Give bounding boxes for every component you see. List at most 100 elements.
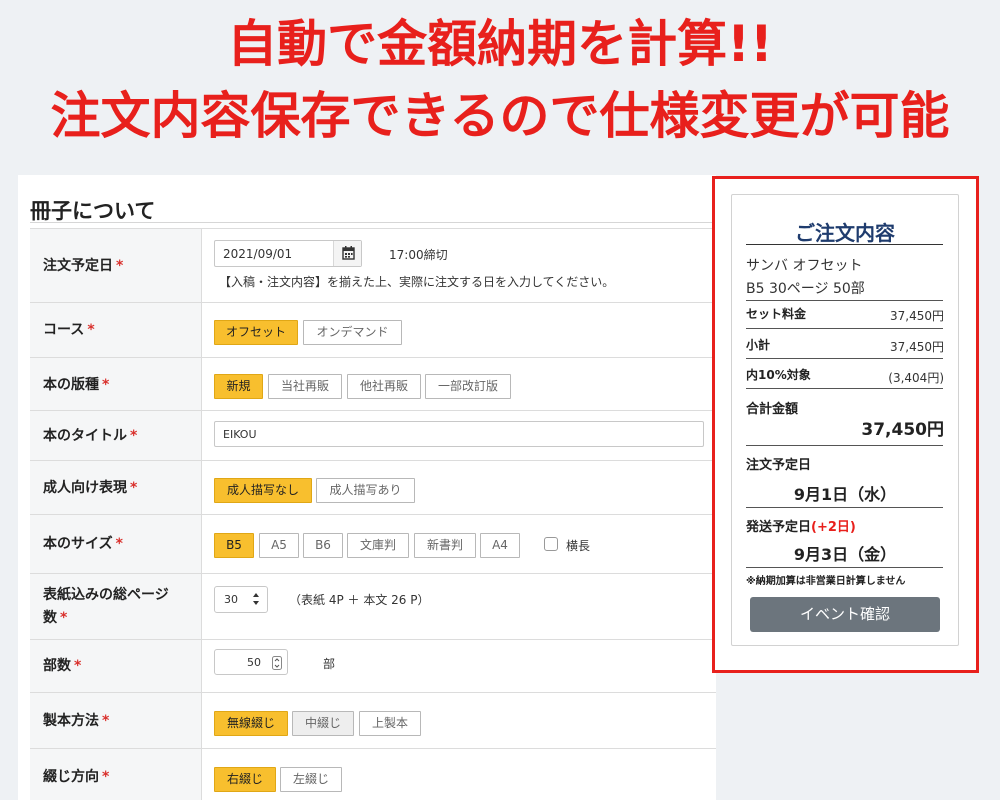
landscape-label: 横長 <box>566 539 591 553</box>
row-size: 本のサイズ * B5 A5 B6 文庫判 新書判 A4 横長 <box>30 515 716 574</box>
required-mark: * <box>102 377 110 393</box>
ship-date-label: 発送予定日 <box>746 520 812 535</box>
copies-input[interactable]: 50 <box>214 649 288 675</box>
section-title: 冊子について <box>30 199 156 223</box>
required-mark: * <box>102 769 110 785</box>
summary-divider <box>746 300 943 301</box>
booklet-form: 冊子について 注文予定日 * 2021/09/01 17:00締切 【入稿・注文… <box>18 175 716 800</box>
row-edition: 本の版種 * 新規 当社再販 他社再販 一部改訂版 <box>30 358 716 411</box>
course-option-offset[interactable]: オフセット <box>214 320 298 345</box>
title-label: 本のタイトル <box>43 428 127 444</box>
summary-divider <box>746 445 943 446</box>
order-date-summary-value: 9月1日（水） <box>793 485 897 504</box>
row-binding: 製本方法 * 無線綴じ 中綴じ 上製本 <box>30 693 716 749</box>
direction-option-left[interactable]: 左綴じ <box>280 767 342 792</box>
order-summary-card: ご注文内容 サンバ オフセット B5 30ページ 50部 セット料金 37,45… <box>731 194 959 646</box>
size-option-a5[interactable]: A5 <box>259 533 299 558</box>
copies-unit: 部 <box>323 657 336 671</box>
summary-product: サンバ オフセット <box>746 258 863 274</box>
subtotal-label: 小計 <box>746 338 771 352</box>
binding-option-hardcover[interactable]: 上製本 <box>359 711 421 736</box>
pages-detail: （表紙 4P ＋ 本文 26 P） <box>289 593 430 607</box>
binding-option-saddle[interactable]: 中綴じ <box>292 711 354 736</box>
summary-divider <box>746 388 943 389</box>
ship-date-value: 9月3日（金） <box>793 545 897 564</box>
direction-option-right[interactable]: 右綴じ <box>214 767 276 792</box>
adult-option-present[interactable]: 成人描写あり <box>316 478 415 503</box>
order-date-summary-label: 注文予定日 <box>746 458 812 473</box>
size-option-bunko[interactable]: 文庫判 <box>347 533 409 558</box>
headline-line-2: 注文内容保存できるので仕様変更が可能 <box>50 87 950 145</box>
required-mark: * <box>102 713 110 729</box>
course-label: コース <box>43 322 85 338</box>
row-copies: 部数 * 50 部 <box>30 640 716 693</box>
edition-label: 本の版種 <box>43 377 99 393</box>
promo-headline: 自動で金額納期を計算!! 注文内容保存できるので仕様変更が可能 <box>0 0 1000 175</box>
title-input[interactable]: EIKOU <box>214 421 704 447</box>
pages-select[interactable]: 30 <box>214 586 268 613</box>
edition-option-reprint-other[interactable]: 他社再販 <box>347 374 421 399</box>
copies-value: 50 <box>247 656 261 669</box>
order-date-label: 注文予定日 <box>43 258 113 274</box>
row-course: コース * オフセット オンデマンド <box>30 303 716 358</box>
row-direction: 綴じ方向 * 右綴じ 左綴じ <box>30 749 716 800</box>
required-mark: * <box>87 322 95 338</box>
total-value: 37,450円 <box>861 420 944 440</box>
landscape-checkbox[interactable] <box>544 537 558 551</box>
summary-note: ※納期加算は非営業日計算しません <box>746 576 906 587</box>
set-price-label: セット料金 <box>746 307 807 321</box>
summary-spec: B5 30ページ 50部 <box>746 281 865 297</box>
form-rows: 注文予定日 * 2021/09/01 17:00締切 【入稿・注文内容】を揃えた… <box>30 228 716 800</box>
title-divider <box>30 222 714 223</box>
row-order-date: 注文予定日 * 2021/09/01 17:00締切 【入稿・注文内容】を揃えた… <box>30 229 716 303</box>
binding-option-perfect[interactable]: 無線綴じ <box>214 711 288 736</box>
set-price-value: 37,450円 <box>890 309 944 323</box>
ship-extra-days: (+2日) <box>811 520 856 535</box>
select-arrows-icon <box>252 591 260 610</box>
course-option-ondemand[interactable]: オンデマンド <box>303 320 402 345</box>
pages-value: 30 <box>224 593 238 606</box>
row-label: 注文予定日 * <box>30 229 202 302</box>
deadline-text: 17:00締切 <box>389 248 448 262</box>
calendar-icon[interactable] <box>333 241 361 266</box>
edition-option-revised[interactable]: 一部改訂版 <box>425 374 511 399</box>
row-title: 本のタイトル * EIKOU <box>30 411 716 461</box>
order-summary-highlight: ご注文内容 サンバ オフセット B5 30ページ 50部 セット料金 37,45… <box>712 176 979 673</box>
edition-option-new[interactable]: 新規 <box>214 374 263 399</box>
spinner-icon[interactable] <box>272 655 282 670</box>
pages-label: 表紙込みの総ページ <box>43 587 169 603</box>
required-mark: * <box>116 258 124 274</box>
required-mark: * <box>60 610 68 626</box>
tax-label: 内10%対象 <box>746 368 811 382</box>
row-pages: 表紙込みの総ページ 数 * 30 （表紙 4P ＋ 本文 26 P） <box>30 574 716 640</box>
subtotal-value: 37,450円 <box>890 340 944 354</box>
summary-divider <box>746 328 943 329</box>
row-adult: 成人向け表現 * 成人描写なし 成人描写あり <box>30 461 716 515</box>
size-option-shinsho[interactable]: 新書判 <box>414 533 476 558</box>
summary-divider <box>746 244 943 245</box>
title-value: EIKOU <box>223 428 257 441</box>
size-option-b6[interactable]: B6 <box>303 533 343 558</box>
tax-value: (3,404円) <box>888 371 944 385</box>
order-date-input[interactable]: 2021/09/01 <box>214 240 362 267</box>
order-date-value: 2021/09/01 <box>223 247 293 261</box>
required-mark: * <box>115 536 123 552</box>
summary-title: ご注文内容 <box>795 221 895 245</box>
required-mark: * <box>74 658 82 674</box>
order-date-help: 【入稿・注文内容】を揃えた上、実際に注文する日を入力してください。 <box>219 275 615 289</box>
summary-divider <box>746 567 943 568</box>
adult-option-none[interactable]: 成人描写なし <box>214 478 312 503</box>
required-mark: * <box>130 480 138 496</box>
size-option-a4[interactable]: A4 <box>480 533 520 558</box>
required-mark: * <box>130 428 138 444</box>
edition-option-reprint-own[interactable]: 当社再販 <box>268 374 342 399</box>
direction-label: 綴じ方向 <box>43 769 99 785</box>
total-label: 合計金額 <box>746 402 799 417</box>
size-label: 本のサイズ <box>43 536 113 552</box>
headline-line-1: 自動で金額納期を計算!! <box>227 15 773 73</box>
summary-divider <box>746 358 943 359</box>
pages-label-2: 数 <box>43 610 57 626</box>
event-check-button[interactable]: イベント確認 <box>750 597 940 632</box>
copies-label: 部数 <box>43 658 71 674</box>
size-option-b5[interactable]: B5 <box>214 533 254 558</box>
